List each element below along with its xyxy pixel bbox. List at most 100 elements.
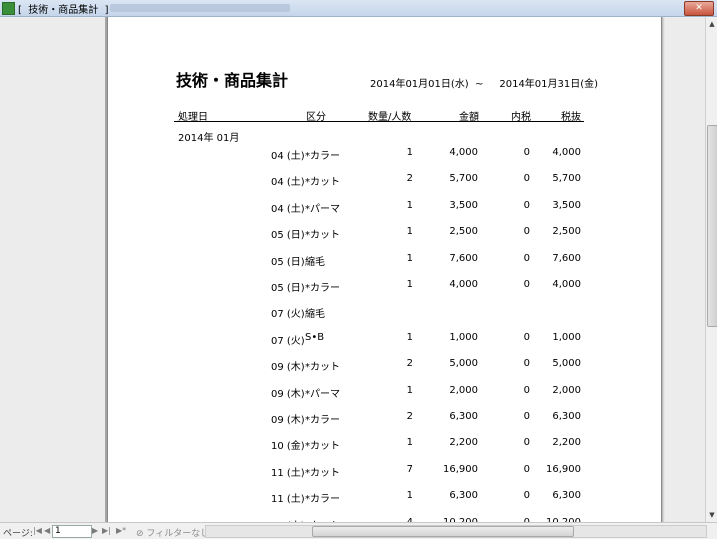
- row-net: 5,700: [552, 173, 581, 185]
- row-item: *カット: [305, 230, 340, 242]
- report-page: 技術・商品集計 2014年01月01日(水) ~ 2014年01月31日(金) …: [107, 17, 662, 522]
- row-amount: 2,200: [449, 437, 478, 449]
- month-row: 2014年 01月: [108, 129, 661, 144]
- page-number-input[interactable]: 1: [52, 525, 92, 538]
- row-item: *パーマ: [305, 388, 340, 400]
- row-qty: 2: [406, 411, 413, 422]
- row-amount: 16,900: [443, 463, 478, 475]
- row-tax: 0: [523, 384, 530, 396]
- table-row: 07 (火) 縮毛: [108, 305, 661, 321]
- title-tabs-blurred: [110, 4, 290, 12]
- date-from: 2014年01月01日(水): [370, 79, 469, 90]
- row-net: 5,000: [552, 358, 581, 370]
- row-qty: 2: [406, 173, 413, 185]
- row-net: 6,300: [552, 411, 581, 422]
- row-tax: 0: [523, 252, 530, 264]
- table-row: 11 (土) *カラー 1 6,300 0 6,300: [108, 490, 661, 506]
- row-item: *カラー: [305, 494, 340, 506]
- row-qty: 1: [406, 279, 413, 290]
- row-item: S•B: [305, 331, 325, 343]
- row-amount: 6,300: [449, 411, 478, 422]
- row-day: 09 (木): [271, 362, 305, 374]
- row-item: *カット: [305, 362, 340, 374]
- row-item: *カット: [305, 441, 340, 453]
- row-amount: 4,000: [449, 279, 478, 290]
- row-day: 11 (土): [271, 467, 305, 479]
- right-margin: [661, 17, 705, 522]
- horizontal-scroll-thumb[interactable]: [312, 526, 574, 537]
- scroll-down-icon[interactable]: ▼: [706, 508, 717, 522]
- row-tax: 0: [523, 411, 530, 422]
- row-amount: 7,600: [449, 252, 478, 264]
- row-day: 07 (火): [271, 309, 305, 321]
- title-bar: [ 技術・商品集計 ] ✕: [0, 0, 717, 17]
- row-day: 05 (日): [271, 283, 305, 294]
- table-row: 04 (土) *カラー 1 4,000 0 4,000: [108, 147, 661, 162]
- row-net: 2,500: [552, 226, 581, 238]
- vertical-scroll-thumb[interactable]: [707, 125, 717, 327]
- table-row: 05 (日) *カラー 1 4,000 0 4,000: [108, 279, 661, 294]
- report-viewport: 技術・商品集計 2014年01月01日(水) ~ 2014年01月31日(金) …: [0, 17, 705, 522]
- row-net: 3,500: [552, 199, 581, 211]
- row-qty: 1: [406, 147, 413, 158]
- row-tax: 0: [523, 199, 530, 211]
- filter-status[interactable]: ⊘ フィルターなし: [136, 526, 209, 539]
- window-title: [ 技術・商品集計 ]: [18, 5, 109, 16]
- row-net: 2,000: [552, 384, 581, 396]
- table-row: 09 (木) *パーマ 1 2,000 0 2,000: [108, 384, 661, 400]
- vertical-scrollbar[interactable]: ▲ ▼: [705, 17, 717, 522]
- row-net: 6,300: [552, 490, 581, 502]
- month-label: 2014年 01月: [178, 133, 240, 144]
- row-tax: 0: [523, 331, 530, 343]
- row-qty: 1: [406, 331, 413, 343]
- row-day: 09 (木): [271, 388, 305, 400]
- row-qty: 7: [406, 463, 413, 475]
- row-day: 04 (土): [271, 177, 305, 189]
- table-row: 10 (金) *カット 1 2,200 0 2,200: [108, 437, 661, 453]
- close-icon[interactable]: ✕: [684, 1, 714, 16]
- row-tax: 0: [523, 173, 530, 185]
- table-row: 09 (木) *カラー 2 6,300 0 6,300: [108, 411, 661, 426]
- row-day: 10 (金): [271, 441, 305, 453]
- row-net: 4,000: [552, 279, 581, 290]
- row-tax: 0: [523, 226, 530, 238]
- row-item: *カット: [305, 177, 340, 189]
- last-page-icon[interactable]: ▶|: [102, 526, 111, 535]
- scroll-up-icon[interactable]: ▲: [706, 17, 717, 31]
- table-row: 09 (木) *カット 2 5,000 0 5,000: [108, 358, 661, 374]
- table-row: 05 (日) 縮毛 1 7,600 0 7,600: [108, 252, 661, 268]
- row-day: 07 (火): [271, 335, 305, 347]
- row-item: *カット: [305, 467, 340, 479]
- next-page-icon[interactable]: ▶: [92, 526, 98, 535]
- table-row: 04 (土) *カット 2 5,700 0 5,700: [108, 173, 661, 189]
- row-net: 1,000: [552, 331, 581, 343]
- row-item: *カラー: [305, 283, 340, 294]
- row-amount: 4,000: [449, 147, 478, 158]
- date-separator: ~: [475, 79, 484, 90]
- row-day: 05 (日): [271, 256, 305, 268]
- date-range: 2014年01月01日(水) ~ 2014年01月31日(金): [370, 75, 598, 90]
- row-tax: 0: [523, 437, 530, 449]
- table-row: 05 (日) *カット 1 2,500 0 2,500: [108, 226, 661, 242]
- row-qty: 1: [406, 437, 413, 449]
- left-margin: [0, 17, 105, 522]
- row-qty: 1: [406, 252, 413, 264]
- table-row: 04 (土) *パーマ 1 3,500 0 3,500: [108, 199, 661, 215]
- app-icon: [2, 2, 15, 15]
- row-tax: 0: [523, 490, 530, 502]
- row-amount: 1,000: [449, 331, 478, 343]
- header-rule: [174, 121, 584, 122]
- row-net: 2,200: [552, 437, 581, 449]
- row-amount: 2,500: [449, 226, 478, 238]
- new-record-icon[interactable]: ▶*: [116, 526, 126, 535]
- row-amount: 3,500: [449, 199, 478, 211]
- record-navigation-bar: ページ: |◀ ◀ 1 ▶ ▶| ▶* ⊘ フィルターなし: [0, 522, 717, 539]
- horizontal-scrollbar[interactable]: [205, 525, 707, 538]
- prev-page-icon[interactable]: ◀: [44, 526, 50, 535]
- row-item: 縮毛: [305, 256, 325, 268]
- row-day: 11 (土): [271, 494, 305, 506]
- first-page-icon[interactable]: |◀: [33, 526, 42, 535]
- row-qty: 1: [406, 384, 413, 396]
- date-to: 2014年01月31日(金): [499, 79, 599, 90]
- row-net: 7,600: [552, 252, 581, 264]
